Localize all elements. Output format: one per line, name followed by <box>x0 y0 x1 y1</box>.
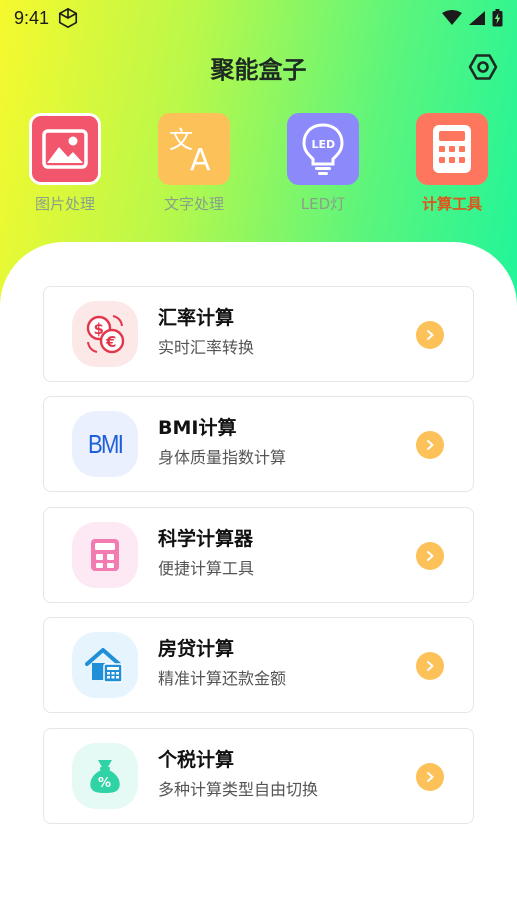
tab-label: 计算工具 <box>421 195 482 213</box>
chevron-right-icon[interactable] <box>416 431 444 459</box>
settings-hexagon-icon <box>468 54 498 80</box>
tool-title: 汇率计算 <box>158 307 235 329</box>
tool-card-scientific-calculator[interactable]: 科学计算器 便捷计算工具 <box>43 507 474 603</box>
category-tabs: 图片处理 文 A 文字处理 LED LED灯 计算工具 <box>0 113 517 223</box>
tool-icon-wrap <box>72 632 138 698</box>
tool-icon-wrap: $ € <box>72 301 138 367</box>
tool-icon-wrap: % <box>72 743 138 809</box>
house-calculator-icon <box>85 648 123 683</box>
calculator-icon <box>91 539 119 571</box>
calculator-icon <box>433 125 471 173</box>
cell-signal-icon <box>469 11 485 25</box>
currency-exchange-icon: $ € <box>86 315 125 354</box>
svg-text:A: A <box>190 143 211 176</box>
calculator-tile <box>416 113 488 185</box>
settings-button[interactable] <box>465 49 501 85</box>
wifi-icon <box>442 10 462 25</box>
money-bag-icon: % <box>90 760 120 793</box>
tab-calculator-tools[interactable]: 计算工具 <box>402 113 502 214</box>
svg-text:LED: LED <box>312 138 336 151</box>
app-cube-icon <box>58 8 78 28</box>
tab-text-processing[interactable]: 文 A 文字处理 <box>144 113 244 214</box>
tab-image-processing[interactable]: 图片处理 <box>15 113 115 214</box>
tool-icon-wrap <box>72 522 138 588</box>
tool-title: BMI计算 <box>158 417 237 439</box>
chevron-right-icon[interactable] <box>416 321 444 349</box>
svg-text:€: € <box>105 333 116 351</box>
text-tile: 文 A <box>158 113 230 185</box>
led-tile: LED <box>287 113 359 185</box>
chevron-right-icon[interactable] <box>416 763 444 791</box>
image-tile <box>29 113 101 185</box>
chevron-right-icon[interactable] <box>416 542 444 570</box>
tool-title: 科学计算器 <box>158 528 254 550</box>
page-title: 聚能盒子 <box>210 56 307 84</box>
translate-icon: 文 A <box>169 126 211 176</box>
tool-icon-wrap: BMI <box>72 411 138 477</box>
led-bulb-icon: LED <box>302 123 344 175</box>
tool-card-income-tax[interactable]: % 个税计算 多种计算类型自由切换 <box>43 728 474 824</box>
tool-card-mortgage[interactable]: 房贷计算 精准计算还款金额 <box>43 617 474 713</box>
tab-label: 图片处理 <box>34 195 95 213</box>
tool-title: 个税计算 <box>158 749 235 771</box>
tab-label: LED灯 <box>300 195 346 213</box>
tool-subtitle: 身体质量指数计算 <box>158 448 287 467</box>
status-bar: 9:41 <box>0 0 517 36</box>
chevron-right-icon[interactable] <box>416 652 444 680</box>
image-icon <box>42 129 88 169</box>
tool-subtitle: 便捷计算工具 <box>158 559 255 578</box>
tool-card-exchange-rate[interactable]: $ € 汇率计算 实时汇率转换 <box>43 286 474 382</box>
tab-label: 文字处理 <box>163 195 224 213</box>
status-time: 9:41 <box>14 7 50 28</box>
tool-subtitle: 多种计算类型自由切换 <box>158 780 319 799</box>
svg-text:%: % <box>98 776 111 791</box>
battery-charging-icon <box>492 9 503 27</box>
tool-subtitle: 实时汇率转换 <box>158 338 255 357</box>
tool-subtitle: 精准计算还款金额 <box>158 669 287 688</box>
tab-led-light[interactable]: LED LED灯 <box>273 113 373 214</box>
tool-title: 房贷计算 <box>158 638 235 660</box>
status-icons <box>442 9 503 27</box>
bmi-icon: BMI <box>87 428 124 459</box>
tool-card-bmi[interactable]: BMI BMI计算 身体质量指数计算 <box>43 396 474 492</box>
